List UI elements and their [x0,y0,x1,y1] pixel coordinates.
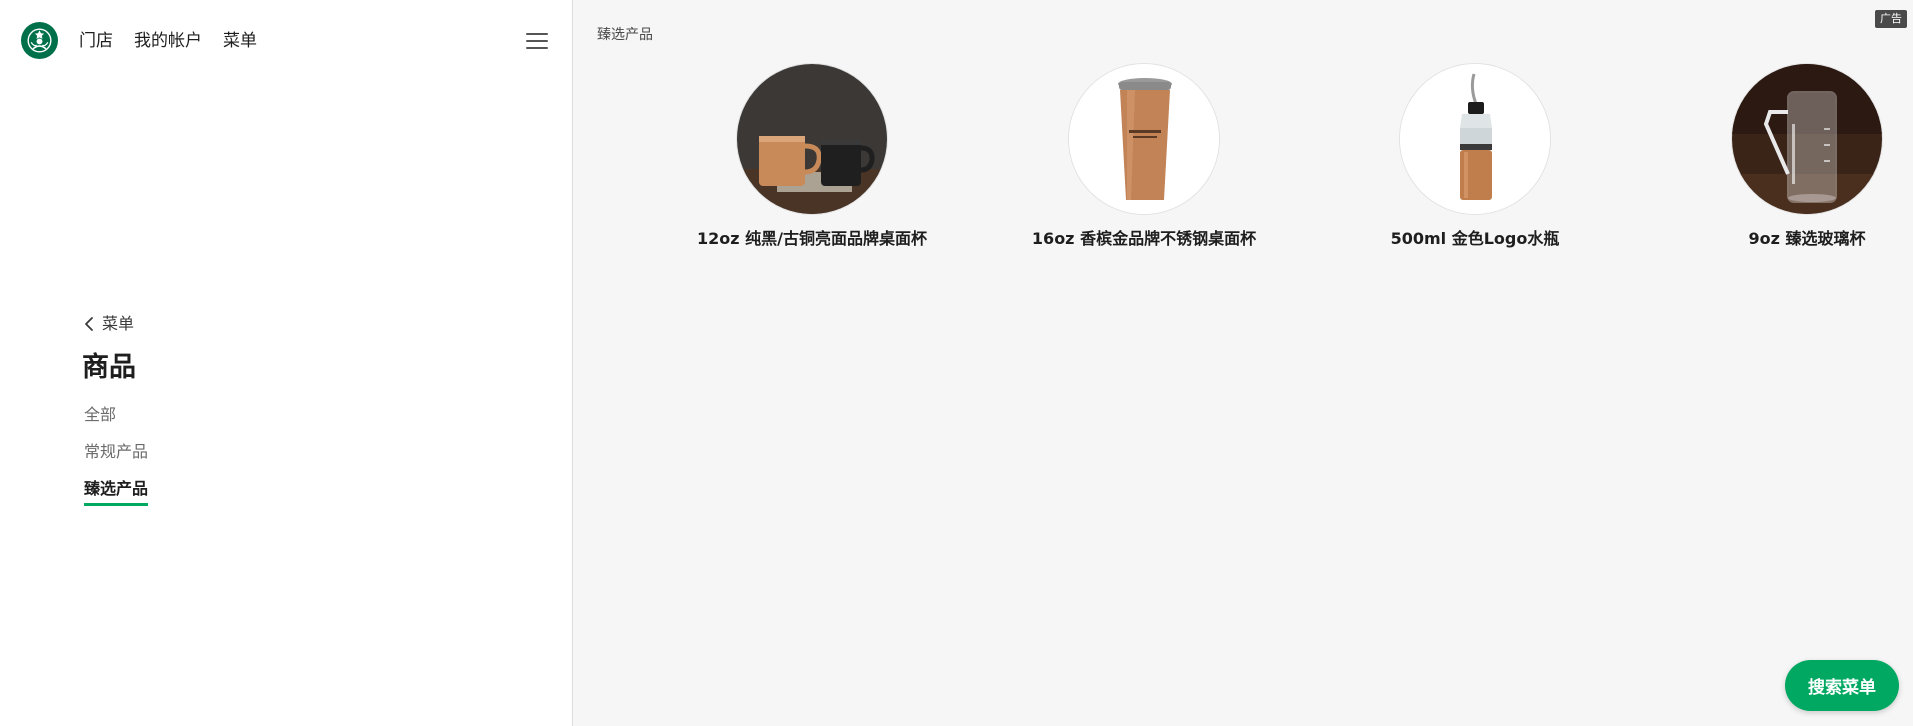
product-name: 500ml 金色Logo水瓶 [1390,229,1560,248]
product-card[interactable]: 500ml 金色Logo水瓶 [1325,63,1625,250]
search-menu-button[interactable]: 搜索菜单 [1785,660,1899,711]
nav-stores-link[interactable]: 门店 [79,29,113,53]
product-card[interactable]: 16oz 香槟金品牌不锈钢桌面杯 [994,63,1294,250]
product-card[interactable]: 12oz 纯黑/古铜亮面品牌桌面杯 [662,63,962,250]
starbucks-siren-logo-icon[interactable] [21,22,58,59]
back-to-menu-link[interactable]: 菜单 [84,313,134,335]
hamburger-line [526,47,548,49]
hamburger-icon[interactable] [526,33,548,49]
hamburger-line [526,33,548,35]
category-all[interactable]: 全部 [84,404,148,426]
gold-water-bottle-photo[interactable] [1399,63,1551,215]
nav-menu-link[interactable]: 菜单 [223,29,257,53]
product-name: 9oz 臻选玻璃杯 [1748,229,1866,248]
category-list: 全部 常规产品 臻选产品 [84,404,149,521]
category-reserve-active[interactable]: 臻选产品 [84,478,149,506]
product-name: 12oz 纯黑/古铜亮面品牌桌面杯 [697,229,927,248]
chevron-left-icon [85,317,93,331]
nav-account-link[interactable]: 我的帐户 [134,29,202,53]
breadcrumb: 臻选产品 [597,27,653,43]
back-link-label: 菜单 [102,314,135,333]
top-nav: 门店 我的帐户 菜单 [79,29,257,53]
product-card[interactable]: 9oz 臻选玻璃杯 [1657,63,1913,250]
copper-and-black-mugs-photo[interactable] [736,63,888,215]
product-grid: 12oz 纯黑/古铜亮面品牌桌面杯 16oz 香槟金品牌不锈钢桌面杯 500ml… [574,63,1913,263]
category-regular[interactable]: 常规产品 [84,441,148,463]
hamburger-line [526,40,548,42]
app-root: 门店 我的帐户 菜单 菜单 商品 全部 常规产品 臻选产品 广告 臻选产品 12… [0,0,1913,726]
glass-mug-photo[interactable] [1731,63,1883,215]
product-name: 16oz 香槟金品牌不锈钢桌面杯 [1031,229,1257,248]
section-title: 商品 [82,352,136,383]
ad-badge: 广告 [1875,10,1907,28]
main-content: 广告 臻选产品 12oz 纯黑/古铜亮面品牌桌面杯 16oz 香槟金品牌不锈钢桌… [574,0,1913,726]
copper-tumbler-photo[interactable] [1068,63,1220,215]
left-panel: 门店 我的帐户 菜单 菜单 商品 全部 常规产品 臻选产品 [0,0,573,726]
